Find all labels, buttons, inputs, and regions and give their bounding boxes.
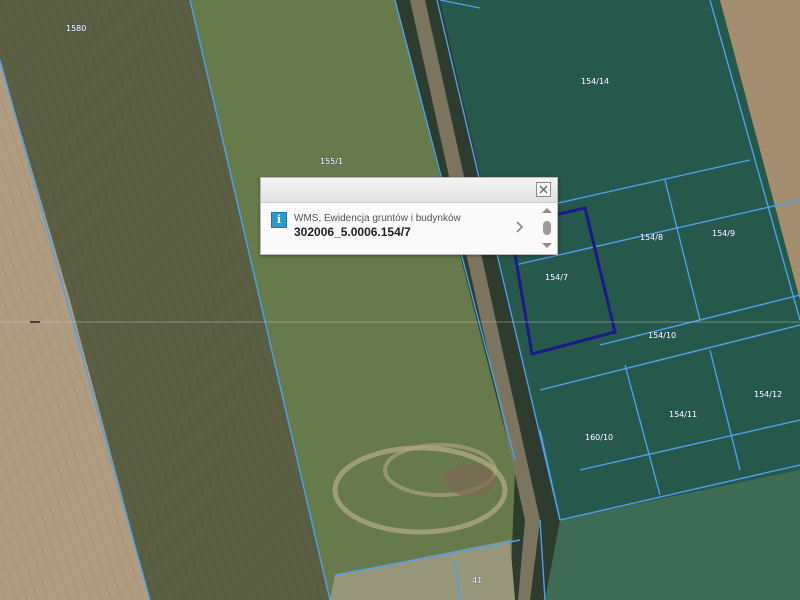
parcel-label: 154/10 bbox=[648, 331, 676, 340]
scroll-thumb[interactable] bbox=[543, 221, 551, 235]
popup-header bbox=[261, 178, 557, 203]
parcel-label: 154/11 bbox=[669, 410, 697, 419]
close-icon[interactable] bbox=[536, 182, 551, 197]
map-canvas[interactable]: 1580 155/1 154/14 154/8 154/9 154/7 154/… bbox=[0, 0, 800, 600]
parcel-label: 160/10 bbox=[585, 433, 613, 442]
feature-info-popup: i WMS, Ewidencja gruntów i budynków 3020… bbox=[260, 177, 558, 255]
parcel-label: 154/8 bbox=[640, 233, 663, 242]
parcel-label: 154/9 bbox=[712, 229, 735, 238]
scroll-down-icon[interactable] bbox=[542, 243, 552, 248]
parcel-label: 155/1 bbox=[320, 157, 343, 166]
parcel-label: 154/12 bbox=[754, 390, 782, 399]
parcel-id: 302006_5.0006.154/7 bbox=[294, 225, 411, 239]
chevron-right-icon[interactable] bbox=[515, 220, 525, 234]
layer-name: WMS, Ewidencja gruntów i budynków bbox=[294, 213, 461, 224]
popup-scrollbar[interactable] bbox=[540, 206, 554, 252]
parcel-label: 1580 bbox=[66, 24, 86, 33]
parcel-label: 154/14 bbox=[581, 77, 609, 86]
parcel-label: 154/7 bbox=[545, 273, 568, 282]
parcel-label: 41 bbox=[472, 576, 482, 585]
info-icon: i bbox=[271, 212, 287, 228]
scroll-up-icon[interactable] bbox=[542, 208, 552, 213]
